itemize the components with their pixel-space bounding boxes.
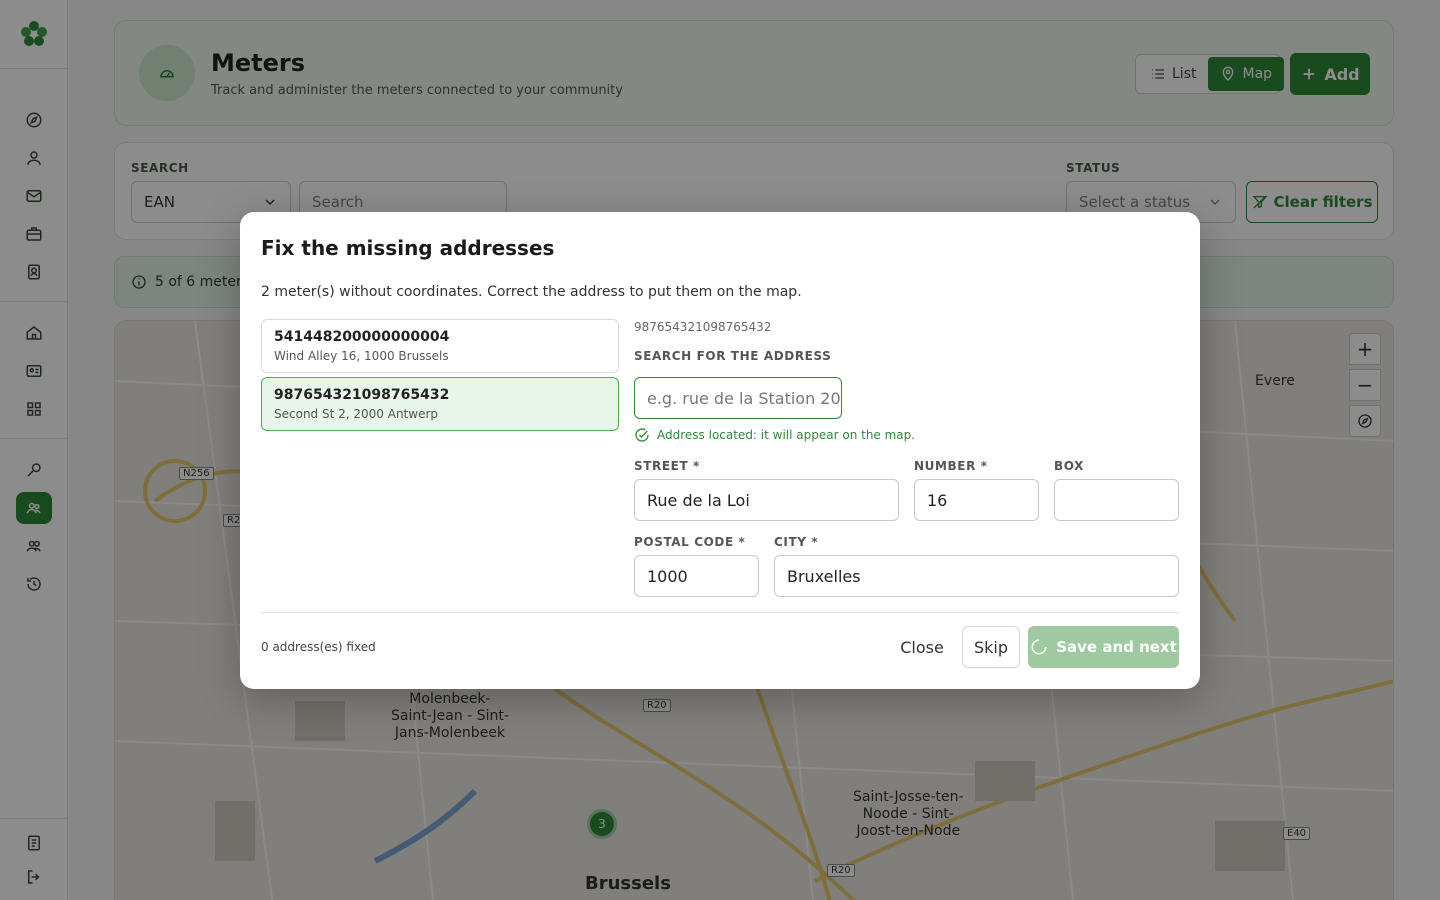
- spinner-icon: [1031, 639, 1047, 655]
- fix-addresses-dialog: Fix the missing addresses 2 meter(s) wit…: [240, 212, 1200, 689]
- dialog-title: Fix the missing addresses: [261, 236, 555, 260]
- selected-meter-ean: 987654321098765432: [634, 320, 772, 334]
- postal-code-label: POSTAL CODE *: [634, 535, 746, 549]
- meter-address: Wind Alley 16, 1000 Brussels: [274, 349, 449, 363]
- address-search-input[interactable]: e.g. rue de la Station 20A,: [634, 377, 842, 419]
- meter-list-item[interactable]: 541448200000000004 Wind Alley 16, 1000 B…: [261, 319, 619, 373]
- close-button[interactable]: Close: [888, 626, 956, 668]
- located-text: Address located: it will appear on the m…: [657, 428, 916, 442]
- dialog-divider: [261, 612, 1179, 613]
- skip-button[interactable]: Skip: [962, 626, 1020, 668]
- dialog-description: 2 meter(s) without coordinates. Correct …: [261, 284, 802, 300]
- meter-list-item-selected[interactable]: 987654321098765432 Second St 2, 2000 Ant…: [261, 377, 619, 431]
- street-label: STREET *: [634, 459, 700, 473]
- street-input[interactable]: Rue de la Loi: [634, 479, 899, 521]
- meter-ean: 541448200000000004: [274, 329, 450, 345]
- save-and-next-button[interactable]: Save and next: [1028, 626, 1179, 668]
- city-input[interactable]: Bruxelles: [774, 555, 1179, 597]
- save-label: Save and next: [1056, 638, 1177, 656]
- box-input[interactable]: [1054, 479, 1179, 521]
- postal-code-input[interactable]: 1000: [634, 555, 759, 597]
- number-label: NUMBER *: [914, 459, 988, 473]
- check-circle-icon: [635, 428, 649, 442]
- meter-ean: 987654321098765432: [274, 387, 450, 403]
- fixed-count: 0 address(es) fixed: [261, 640, 376, 654]
- address-located-message: Address located: it will appear on the m…: [634, 427, 915, 443]
- number-input[interactable]: 16: [914, 479, 1039, 521]
- meter-address: Second St 2, 2000 Antwerp: [274, 407, 438, 421]
- box-label: BOX: [1054, 459, 1084, 473]
- address-search-label: SEARCH FOR THE ADDRESS: [634, 349, 832, 363]
- city-label: CITY *: [774, 535, 819, 549]
